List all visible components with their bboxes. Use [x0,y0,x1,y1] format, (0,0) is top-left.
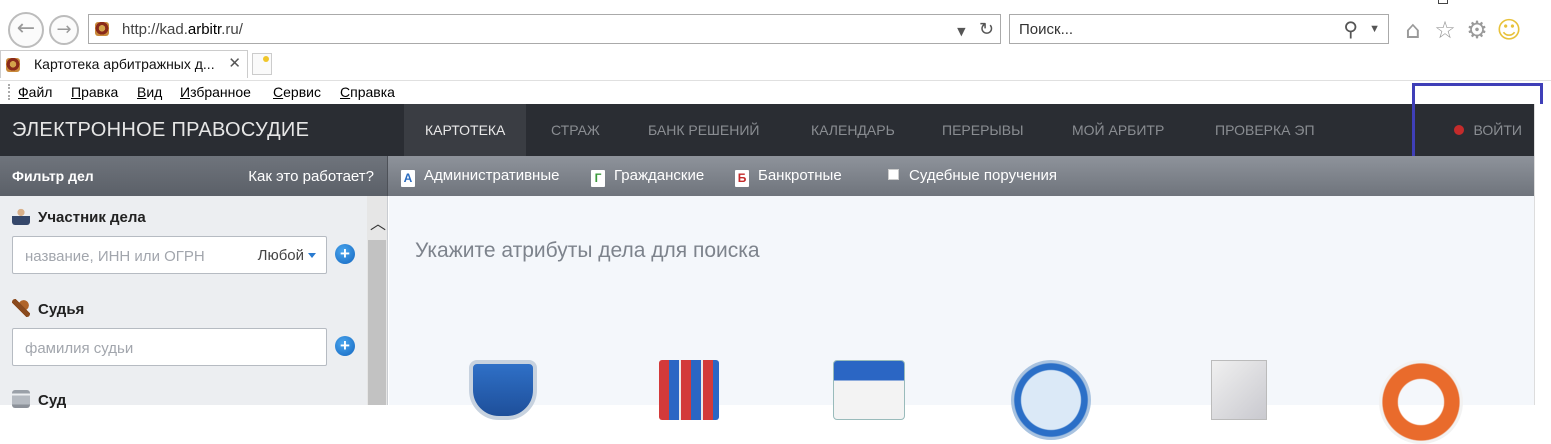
filter-bar-left: Фильтр дел Как это работает? [0,156,388,196]
tab-row: Картотека арбитражных д... ✕ [0,50,1551,78]
refresh-icon[interactable]: ↻ [979,19,994,40]
smiley-feedback-icon[interactable]: ☺ [1493,16,1525,44]
filter-bar: Фильтр дел Как это работает? А Администра… [0,156,1534,196]
search-placeholder: Поиск... [1019,21,1074,38]
scroll-up-icon[interactable]: ︿ [370,210,386,234]
bankruptcy-badge-icon: Б [735,170,749,187]
browser-toolbar-icons: ⌂ ☆ ⚙ ☺ [1397,16,1527,44]
login-label: ВОЙТИ [1473,122,1522,138]
add-participant-button[interactable]: + [335,244,355,264]
address-dropdown-icon[interactable]: ▼ [957,25,965,38]
participant-placeholder: название, ИНН или ОГРН [25,248,205,265]
address-row: ← → http://kad.arbitr.ru/ ▼ ↻ Поиск... ⚲… [0,8,1551,52]
shield-icon[interactable] [469,360,537,420]
menu-bar: Файл Правка Вид Избранное Сервис Справка [0,80,1551,104]
menu-edit[interactable]: Правка [71,84,118,100]
site-header: ЭЛЕКТРОННОЕ ПРАВОСУДИЕ КАРТОТЕКА СТРАЖ Б… [0,104,1534,156]
nav-kartoteka[interactable]: КАРТОТЕКА [404,104,527,156]
court-orders-checkbox[interactable]: Судебные поручения [888,167,1057,184]
nav-proverka-ep[interactable]: ПРОВЕРКА ЭП [1194,104,1336,156]
calendar-icon[interactable] [833,360,905,420]
filter-sidebar: Участник дела название, ИНН или ОГРН Люб… [0,196,388,409]
menu-tools[interactable]: Сервис [273,84,321,100]
court-orders-label: Судебные поручения [909,167,1058,184]
judge-placeholder: фамилия судьи [25,340,134,357]
document-signature-icon[interactable] [1211,360,1267,420]
menu-help[interactable]: Справка [340,84,395,100]
browser-chrome: ← → http://kad.arbitr.ru/ ▼ ↻ Поиск... ⚲… [0,0,1551,105]
settings-gear-icon[interactable]: ⚙ [1461,16,1493,44]
site-brand[interactable]: ЭЛЕКТРОННОЕ ПРАВОСУДИЕ [12,119,309,142]
new-tab-button[interactable] [252,53,272,75]
court-section-title: Суд [12,390,66,409]
category-label: Административные [424,167,560,184]
window-maximize-button[interactable] [1438,0,1448,4]
category-label: Гражданские [614,167,705,184]
tab-favicon-icon [6,58,20,72]
tab-title: Картотека арбитражных д... [34,56,215,72]
person-icon [12,207,30,225]
main-content: Укажите атрибуты дела для поиска [389,196,1534,444]
checkbox-icon[interactable] [888,169,899,180]
home-icon[interactable]: ⌂ [1397,16,1429,44]
login-link[interactable]: ВОЙТИ [1453,104,1522,156]
address-bar[interactable]: http://kad.arbitr.ru/ ▼ ↻ [88,14,1001,44]
participant-input[interactable]: название, ИНН или ОГРН Любой [12,236,327,274]
tab-close-icon[interactable]: ✕ [228,54,241,72]
browser-scrollbar[interactable] [1534,104,1551,405]
forward-icon[interactable]: → [49,15,79,45]
search-prompt-heading: Укажите атрибуты дела для поиска [415,239,760,262]
how-it-works-link[interactable]: Как это работает? [248,168,374,185]
search-dropdown-icon[interactable]: ▼ [1369,23,1380,35]
favorites-star-icon[interactable]: ☆ [1429,16,1461,44]
login-status-dot [1453,125,1464,135]
back-icon[interactable]: ← [8,12,44,48]
judge-input[interactable]: фамилия судьи [12,328,327,366]
nav-moy-arbitr[interactable]: МОЙ АРБИТР [1051,104,1185,156]
nav-strazh[interactable]: СТРАЖ [530,104,621,156]
add-judge-button[interactable]: + [335,336,355,356]
menu-file[interactable]: Файл [18,84,52,100]
civil-badge-icon: Г [591,170,605,187]
nav-pereryvy[interactable]: ПЕРЕРЫВЫ [921,104,1045,156]
browser-search-input[interactable]: Поиск... ⚲ ▼ [1009,14,1389,44]
scroll-thumb[interactable] [368,240,386,405]
lifebuoy-icon[interactable] [1379,360,1463,444]
nav-bank-resheniy[interactable]: БАНК РЕШЕНИЙ [627,104,780,156]
judge-section-title: Судья [12,299,84,318]
category-bankruptcy[interactable]: Б Банкротные [735,167,842,187]
browser-tab[interactable]: Картотека арбитражных д... ✕ [0,50,248,78]
nav-kalendar[interactable]: КАЛЕНДАРЬ [790,104,916,156]
address-url: http://kad.arbitr.ru/ [122,21,243,38]
menu-view[interactable]: Вид [137,84,162,100]
menu-favorites[interactable]: Избранное [180,84,251,100]
sidebar-scrollbar[interactable]: ︿ [367,196,387,405]
category-administrative[interactable]: А Административные [401,167,559,187]
category-civil[interactable]: Г Гражданские [591,167,704,187]
administrative-badge-icon: А [401,170,415,187]
menu-grip [8,84,10,100]
search-icon[interactable]: ⚲ [1343,17,1358,41]
clock-icon[interactable] [1011,360,1091,440]
site-favicon-icon [95,22,109,36]
participant-type-dropdown[interactable]: Любой [258,247,316,264]
gavel-icon [12,299,30,317]
court-building-icon [12,390,30,408]
address-tools: ▼ ↻ [957,19,994,40]
filter-title: Фильтр дел [12,168,94,184]
books-icon[interactable] [659,360,719,420]
participant-section-title: Участник дела [12,207,146,226]
category-label: Банкротные [758,167,842,184]
